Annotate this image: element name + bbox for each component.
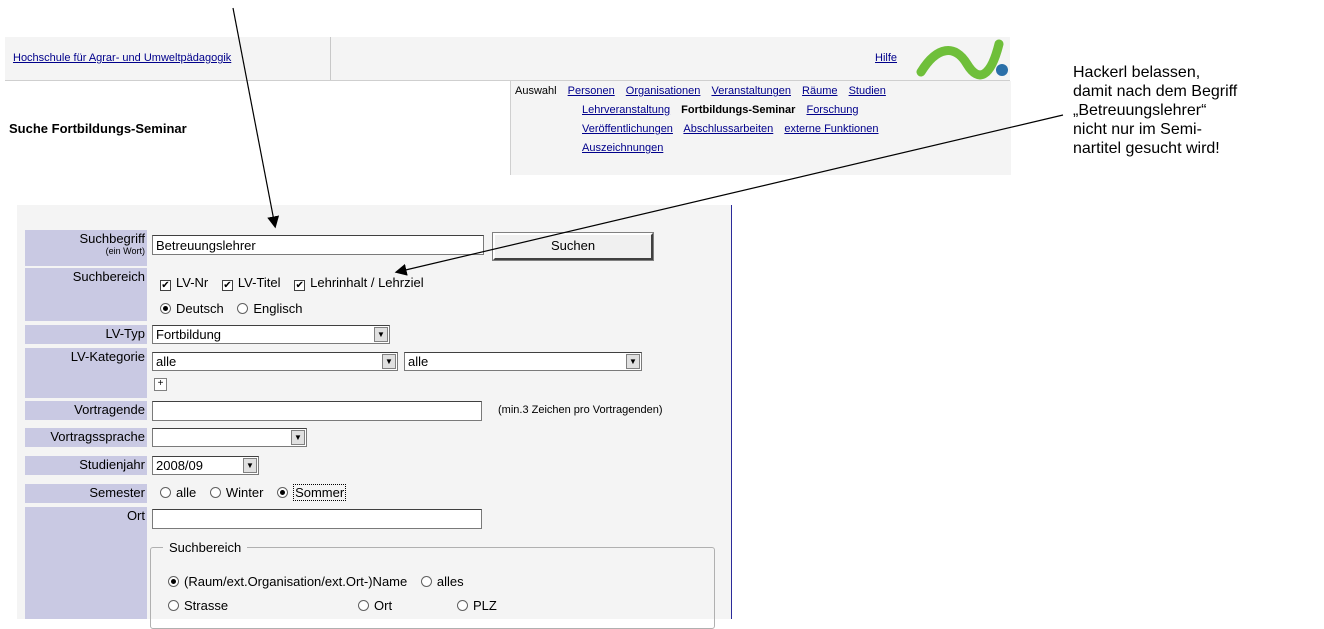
radio-deutsch[interactable]: Deutsch — [160, 301, 224, 316]
chevron-down-icon: ▼ — [243, 458, 257, 473]
radio-fs-name[interactable]: (Raum/ext.Organisation/ext.Ort-)Name — [168, 574, 407, 589]
logo-icon — [916, 39, 1008, 80]
checkbox-lehrinhalt[interactable]: ✔ Lehrinhalt / Lehrziel — [294, 275, 424, 291]
nav-abschlussarbeiten[interactable]: Abschlussarbeiten — [683, 123, 773, 135]
nav-externe-funktionen[interactable]: externe Funktionen — [784, 123, 878, 135]
radio-sem-sommer[interactable]: Sommer — [277, 484, 347, 501]
vortragssprache-label: Vortragssprache — [25, 428, 147, 447]
nav-raeume[interactable]: Räume — [802, 85, 837, 97]
radio-englisch[interactable]: Englisch — [237, 301, 302, 316]
radio-fs-plz[interactable]: PLZ — [457, 598, 497, 613]
checkbox-lvnr[interactable]: ✔ LV-Nr — [160, 275, 208, 291]
suchbegriff-input[interactable] — [152, 235, 484, 255]
nav-auszeichnungen[interactable]: Auszeichnungen — [582, 142, 663, 154]
vortragende-label: Vortragende — [25, 401, 147, 420]
suchbegriff-sublabel: (ein Wort) — [105, 246, 145, 256]
lvkategorie-label: LV-Kategorie — [25, 348, 147, 398]
nav-box: Auswahl Personen Organisationen Veransta… — [510, 81, 1011, 175]
nav-personen[interactable]: Personen — [568, 85, 615, 97]
chevron-down-icon: ▼ — [626, 354, 640, 369]
studienjahr-label: Studienjahr — [25, 456, 147, 475]
studienjahr-select[interactable]: 2008/09 ▼ — [152, 456, 259, 475]
expand-plus-icon[interactable]: + — [154, 378, 167, 391]
radio-sem-alle[interactable]: alle — [160, 485, 196, 500]
suchbereich-label: Suchbereich — [25, 268, 147, 321]
suchbegriff-label: Suchbegriff (ein Wort) — [25, 230, 147, 266]
radio-sem-winter[interactable]: Winter — [209, 485, 263, 500]
radio-fs-strasse[interactable]: Strasse — [168, 598, 228, 613]
nav-studien[interactable]: Studien — [849, 85, 886, 97]
nav-veranstaltungen[interactable]: Veranstaltungen — [711, 85, 791, 97]
title-box: Suche Fortbildungs-Seminar — [5, 81, 510, 175]
nav-organisationen[interactable]: Organisationen — [626, 85, 701, 97]
chevron-down-icon: ▼ — [374, 327, 388, 342]
vortragssprache-select[interactable]: ▼ — [152, 428, 307, 447]
radio-fs-alles[interactable]: alles — [420, 574, 464, 589]
help-link[interactable]: Hilfe — [875, 52, 897, 64]
vortragende-hint: (min.3 Zeichen pro Vortragenden) — [498, 404, 663, 416]
institution-link[interactable]: Hochschule für Agrar- und Umweltpädagogi… — [13, 52, 231, 64]
annotation-text: Hackerl belassen, damit nach dem Begriff… — [1073, 64, 1238, 157]
lvtyp-label: LV-Typ — [25, 325, 147, 344]
lvkategorie-select-2[interactable]: alle ▼ — [404, 352, 642, 371]
nav-veroeffentlichungen[interactable]: Veröffentlichungen — [582, 123, 673, 135]
nav-forschung[interactable]: Forschung — [806, 104, 858, 116]
chevron-down-icon: ▼ — [382, 354, 396, 369]
nav-label: Auswahl — [515, 85, 557, 97]
semester-label: Semester — [25, 484, 147, 503]
vortragende-input[interactable] — [152, 401, 482, 421]
lvkategorie-select-1[interactable]: alle ▼ — [152, 352, 398, 371]
radio-fs-ort[interactable]: Ort — [358, 598, 392, 613]
nav-fortbildungs-seminar-current: Fortbildungs-Seminar — [681, 104, 796, 116]
ort-label: Ort — [25, 507, 147, 619]
fieldset-legend: Suchbereich — [163, 540, 248, 555]
ort-input[interactable] — [152, 509, 482, 529]
checkbox-lvtitel[interactable]: ✔ LV-Titel — [221, 275, 281, 291]
nav-lehrveranstaltung[interactable]: Lehrveranstaltung — [582, 104, 670, 116]
search-button[interactable]: Suchen — [492, 232, 654, 261]
chevron-down-icon: ▼ — [291, 430, 305, 445]
lvtyp-select[interactable]: Fortbildung ▼ — [152, 325, 390, 344]
page-title: Suche Fortbildungs-Seminar — [9, 121, 187, 136]
institution-box: Hochschule für Agrar- und Umweltpädagogi… — [5, 37, 331, 80]
